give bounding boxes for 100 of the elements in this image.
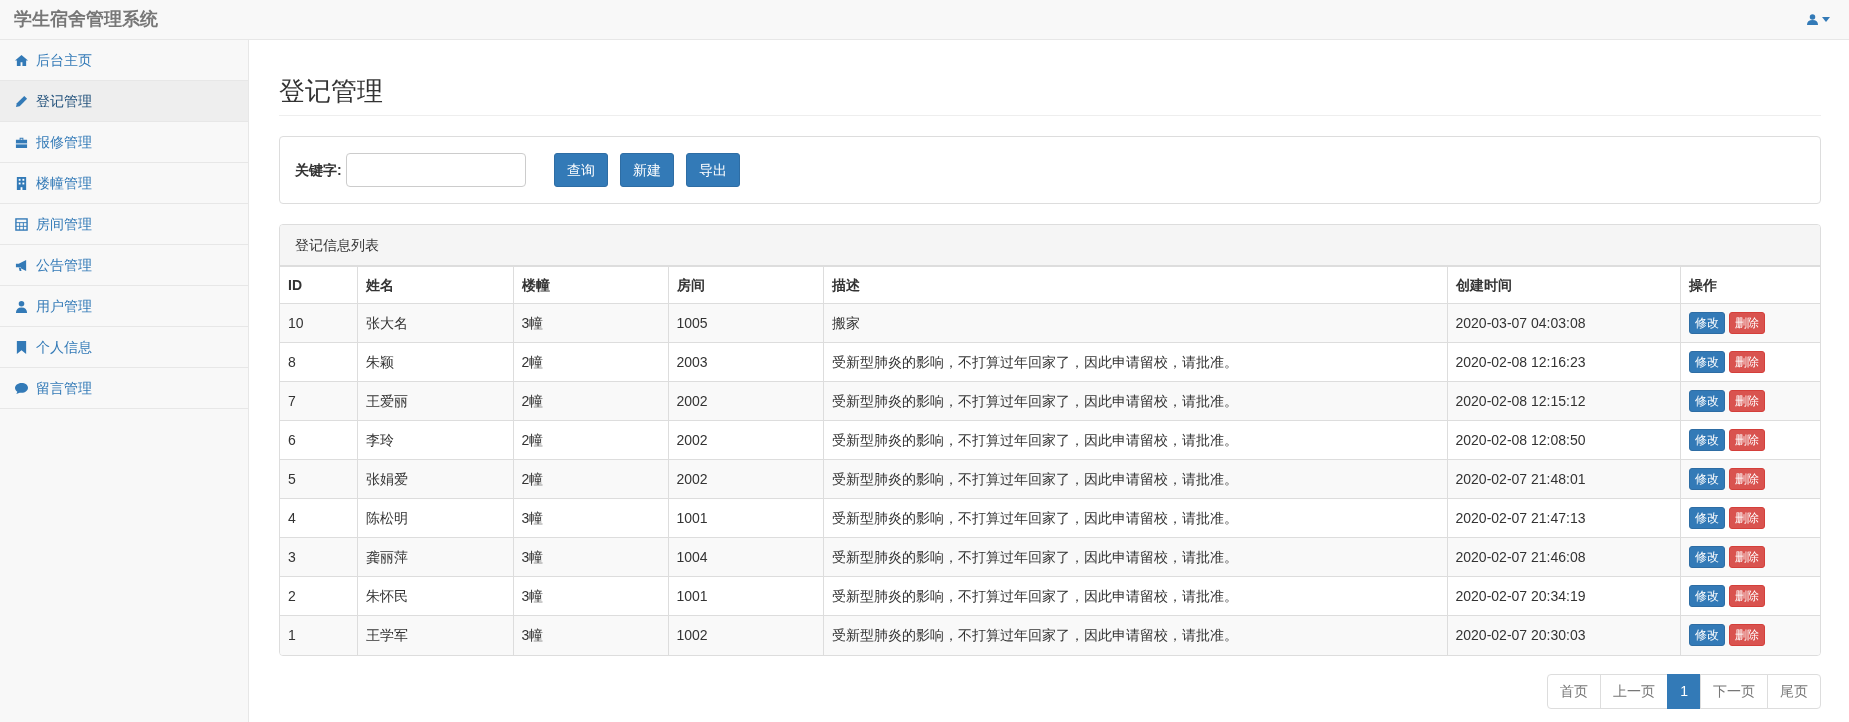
table-cell: 张大名 bbox=[357, 303, 513, 343]
table-cell: 受新型肺炎的影响，不打算过年回家了，因此申请留校，请批准。 bbox=[823, 459, 1447, 499]
table-cell: 朱颖 bbox=[357, 342, 513, 382]
keyword-input-field[interactable] bbox=[345, 153, 526, 188]
column-header: 房间 bbox=[668, 266, 823, 304]
table-cell: 2幢 bbox=[513, 381, 668, 421]
table-cell: 张娟爱 bbox=[357, 459, 513, 499]
delete-button[interactable]: 删除 bbox=[1728, 312, 1765, 335]
sidebar-item[interactable]: 用户管理 bbox=[0, 286, 248, 327]
table-cell: 2002 bbox=[668, 420, 823, 460]
edit-button[interactable]: 修改 bbox=[1688, 429, 1725, 452]
delete-button[interactable]: 删除 bbox=[1728, 546, 1765, 569]
column-header: 操作 bbox=[1680, 266, 1820, 304]
edit-button[interactable]: 修改 bbox=[1688, 351, 1725, 374]
pencil-icon bbox=[15, 94, 28, 108]
table-cell: 2020-02-07 21:47:13 bbox=[1447, 498, 1680, 538]
edit-button[interactable]: 修改 bbox=[1688, 312, 1725, 335]
sidebar-item[interactable]: 报修管理 bbox=[0, 122, 248, 163]
page-link[interactable]: 上一页 bbox=[1600, 673, 1669, 709]
briefcase-icon bbox=[15, 135, 28, 149]
grid-icon bbox=[15, 217, 28, 231]
table-cell: 3幢 bbox=[513, 537, 668, 577]
table-cell: 1004 bbox=[668, 537, 823, 577]
bookmark-icon bbox=[15, 340, 28, 354]
table-cell: 受新型肺炎的影响，不打算过年回家了，因此申请留校，请批准。 bbox=[823, 537, 1447, 577]
user-icon bbox=[1807, 14, 1818, 25]
edit-button[interactable]: 修改 bbox=[1688, 546, 1725, 569]
edit-button[interactable]: 修改 bbox=[1688, 624, 1725, 647]
column-header: 描述 bbox=[823, 266, 1447, 304]
caret-icon bbox=[1822, 17, 1830, 22]
sidebar-item[interactable]: 公告管理 bbox=[0, 245, 248, 286]
export-button[interactable]: 导出 bbox=[685, 153, 740, 188]
speech-bubble-icon bbox=[15, 381, 28, 395]
building-icon bbox=[15, 176, 28, 190]
sidebar-item[interactable]: 登记管理 bbox=[0, 81, 248, 122]
table-cell: 3 bbox=[280, 537, 357, 577]
table-cell: 2020-02-08 12:08:50 bbox=[1447, 420, 1680, 460]
edit-button[interactable]: 修改 bbox=[1688, 507, 1725, 530]
table-cell: 2020-02-07 21:48:01 bbox=[1447, 459, 1680, 499]
table-cell: 1005 bbox=[668, 303, 823, 343]
delete-button[interactable]: 删除 bbox=[1728, 429, 1765, 452]
sidebar-item[interactable]: 留言管理 bbox=[0, 368, 248, 409]
new-button[interactable]: 新建 bbox=[619, 153, 674, 188]
keyword-label: 关键字: bbox=[295, 160, 342, 180]
column-header: 姓名 bbox=[357, 266, 513, 304]
table-cell: 2002 bbox=[668, 381, 823, 421]
page-link[interactable]: 下一页 bbox=[1700, 673, 1768, 709]
table-cell: 受新型肺炎的影响，不打算过年回家了，因此申请留校，请批准。 bbox=[823, 381, 1447, 421]
app-title: 学生宿舍管理系统 bbox=[14, 8, 158, 31]
delete-button[interactable]: 删除 bbox=[1728, 585, 1765, 608]
table-cell: 2幢 bbox=[513, 342, 668, 382]
table-cell: 2020-02-08 12:16:23 bbox=[1447, 342, 1680, 382]
table-cell: 陈松明 bbox=[357, 498, 513, 538]
table-cell: 2020-02-07 21:46:08 bbox=[1447, 537, 1680, 577]
table-cell: 受新型肺炎的影响，不打算过年回家了，因此申请留校，请批准。 bbox=[823, 576, 1447, 616]
table-cell: 2020-02-08 12:15:12 bbox=[1447, 381, 1680, 421]
edit-button[interactable]: 修改 bbox=[1688, 585, 1725, 608]
table-cell: 朱怀民 bbox=[357, 576, 513, 616]
delete-button[interactable]: 删除 bbox=[1728, 624, 1765, 647]
column-header: 创建时间 bbox=[1447, 266, 1680, 304]
column-header: 楼幢 bbox=[513, 266, 668, 304]
table-cell: 10 bbox=[280, 303, 357, 343]
table-cell: 7 bbox=[280, 381, 357, 421]
page-link[interactable]: 尾页 bbox=[1767, 673, 1821, 709]
sidebar-item[interactable]: 个人信息 bbox=[0, 327, 248, 368]
table-cell: 2 bbox=[280, 576, 357, 616]
sidebar-item[interactable]: 房间管理 bbox=[0, 204, 248, 245]
sidebar-item[interactable]: 楼幢管理 bbox=[0, 163, 248, 204]
table-cell: 2002 bbox=[668, 459, 823, 499]
table-cell: 3幢 bbox=[513, 498, 668, 538]
delete-button[interactable]: 删除 bbox=[1728, 351, 1765, 374]
table-cell: 6 bbox=[280, 420, 357, 460]
table-cell: 受新型肺炎的影响，不打算过年回家了，因此申请留校，请批准。 bbox=[823, 498, 1447, 538]
edit-button[interactable]: 修改 bbox=[1688, 390, 1725, 413]
table-cell: 王爱丽 bbox=[357, 381, 513, 421]
table-cell: 8 bbox=[280, 342, 357, 382]
user-icon bbox=[15, 299, 28, 313]
panel-title: 登记信息列表 bbox=[295, 235, 379, 255]
table-cell: 搬家 bbox=[823, 303, 1447, 343]
table-cell: 2020-03-07 04:03:08 bbox=[1447, 303, 1680, 343]
delete-button[interactable]: 删除 bbox=[1728, 507, 1765, 530]
table-cell: 1001 bbox=[668, 498, 823, 538]
megaphone-icon bbox=[15, 258, 28, 272]
table-cell: 3幢 bbox=[513, 303, 668, 343]
edit-button[interactable]: 修改 bbox=[1688, 468, 1725, 491]
table-cell: 受新型肺炎的影响，不打算过年回家了，因此申请留校，请批准。 bbox=[823, 342, 1447, 382]
page-link[interactable]: 首页 bbox=[1547, 673, 1602, 709]
table-cell: 2020-02-07 20:34:19 bbox=[1447, 576, 1680, 616]
table-cell: 龚丽萍 bbox=[357, 537, 513, 577]
table-cell: 李玲 bbox=[357, 420, 513, 460]
page-link[interactable]: 1 bbox=[1667, 673, 1701, 709]
table-cell: 2幢 bbox=[513, 459, 668, 499]
delete-button[interactable]: 删除 bbox=[1728, 468, 1765, 491]
table-cell: 1 bbox=[280, 615, 357, 655]
home-icon bbox=[15, 53, 28, 67]
table-cell: 5 bbox=[280, 459, 357, 499]
page-title: 登记管理 bbox=[279, 76, 1821, 117]
search-button[interactable]: 查询 bbox=[553, 153, 608, 188]
table-cell: 受新型肺炎的影响，不打算过年回家了，因此申请留校，请批准。 bbox=[823, 420, 1447, 460]
delete-button[interactable]: 删除 bbox=[1728, 390, 1765, 413]
